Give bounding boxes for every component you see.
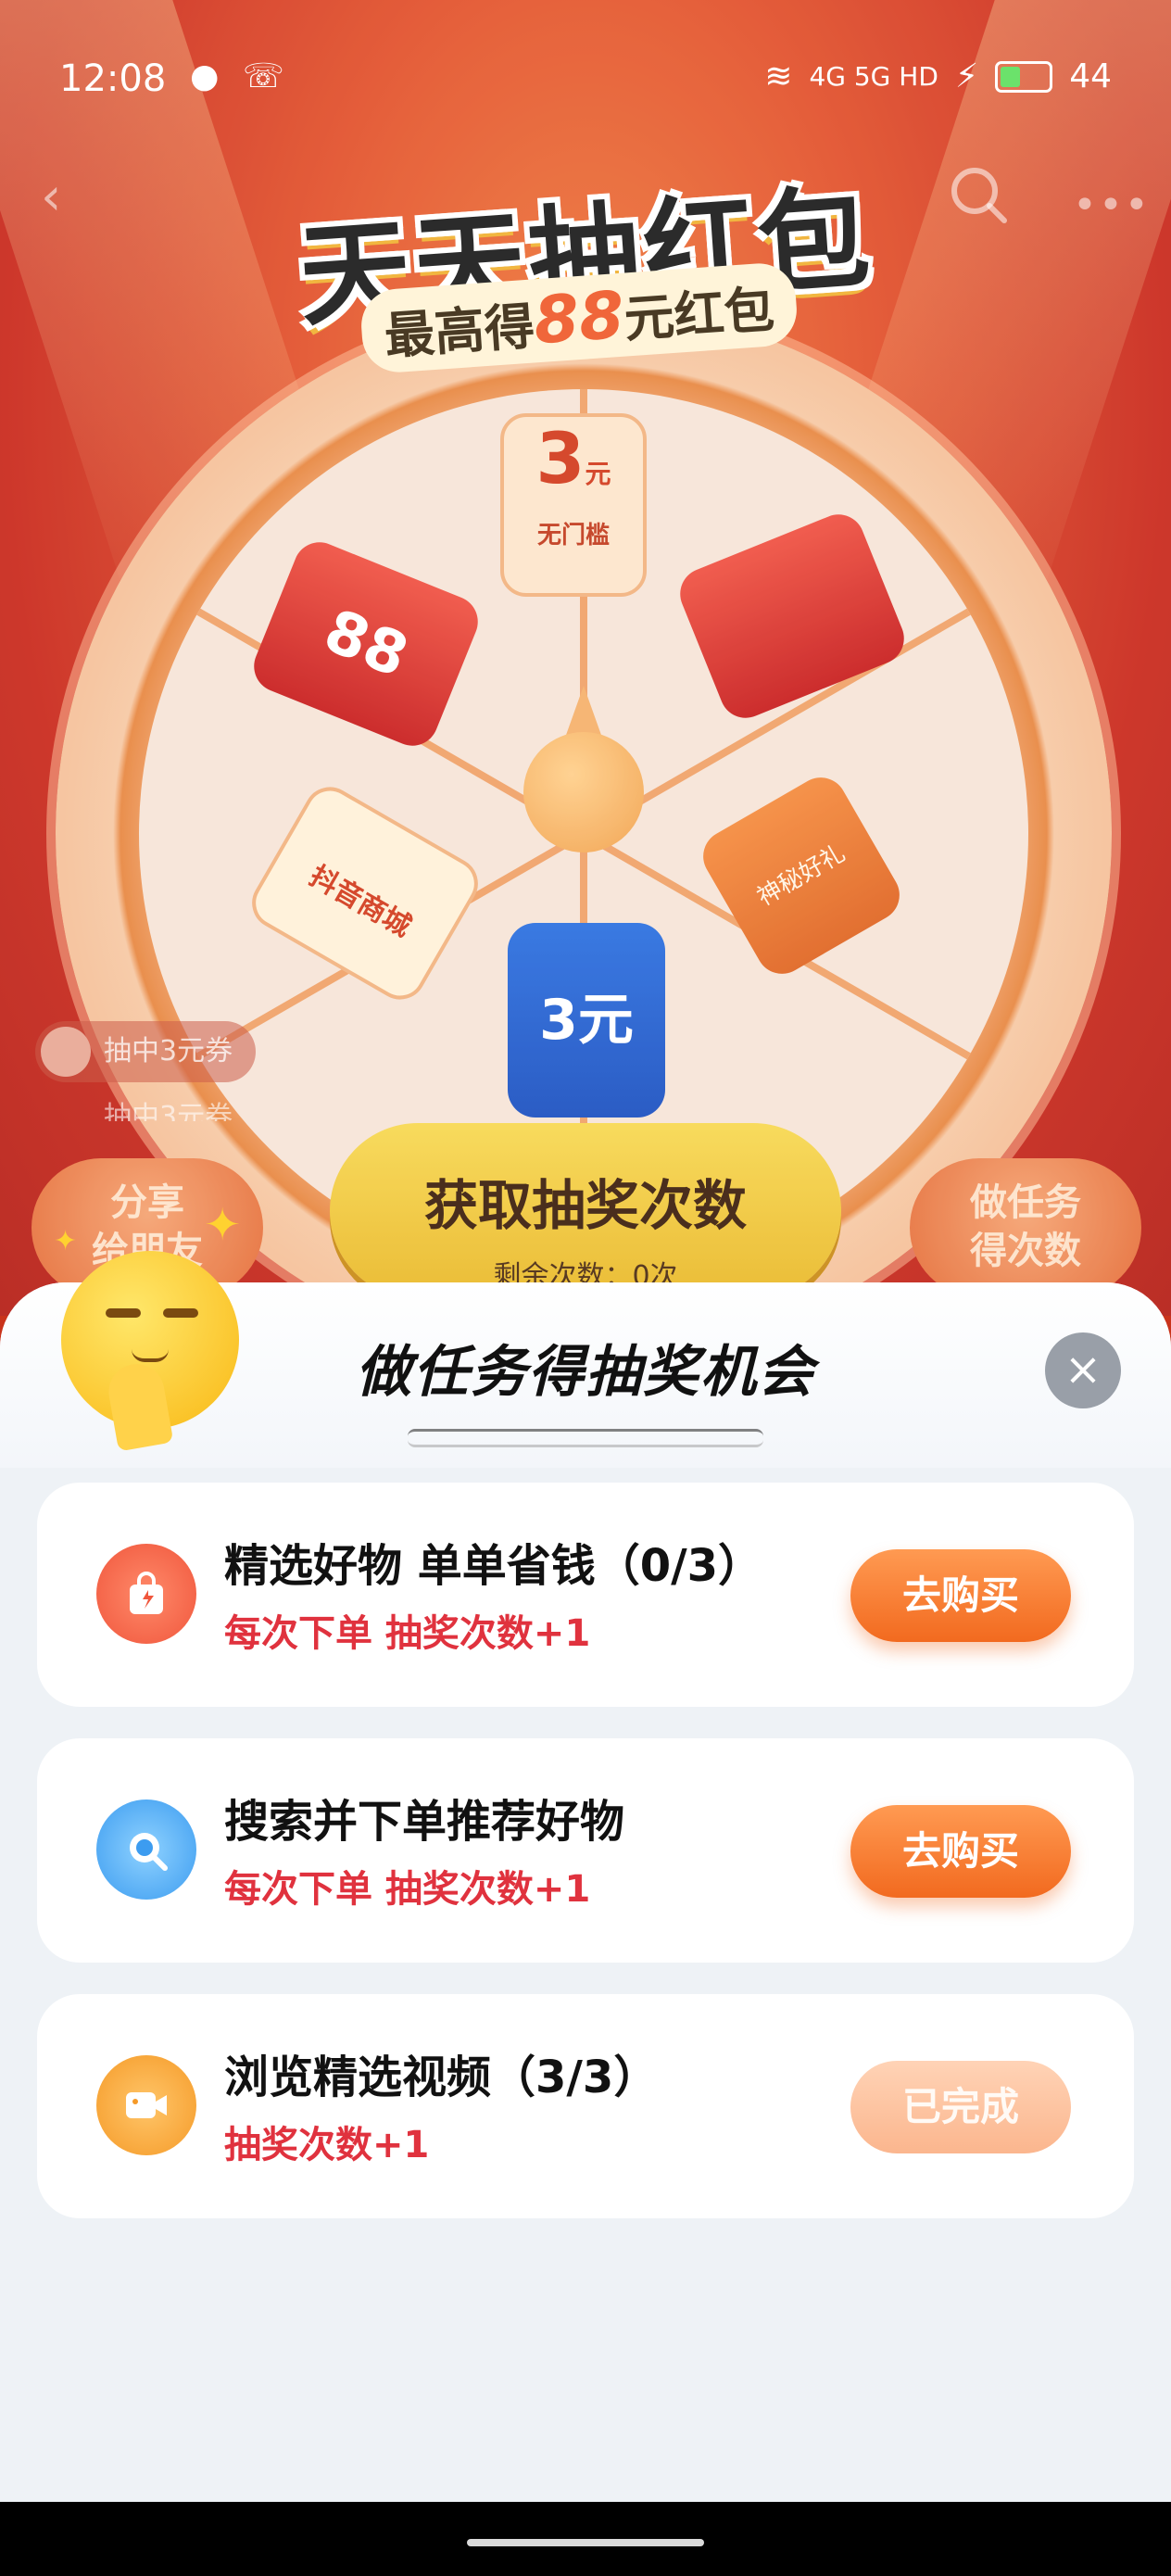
close-button[interactable]: × bbox=[1045, 1332, 1121, 1408]
sparkle-icon: ✦ bbox=[54, 1225, 78, 1257]
task-sheet: 做任务得抽奖机会 × 精选好物 单单省钱（0/3） 每次下单 抽奖次数+1 去购… bbox=[0, 1282, 1171, 2506]
task-title: 搜索并下单推荐好物 bbox=[224, 1796, 625, 1848]
task-card: 浏览精选视频（3/3） 抽奖次数+1 已完成 bbox=[37, 1994, 1134, 2218]
mascot-emoji-icon bbox=[61, 1251, 239, 1452]
shopping-bag-icon bbox=[96, 1544, 196, 1644]
task-subtitle: 每次下单 抽奖次数+1 bbox=[224, 1612, 591, 1655]
close-icon: × bbox=[1064, 1344, 1102, 1395]
search-icon bbox=[96, 1799, 196, 1900]
task-card: 搜索并下单推荐好物 每次下单 抽奖次数+1 去购买 bbox=[37, 1738, 1134, 1963]
completed-button: 已完成 bbox=[850, 2061, 1071, 2153]
video-camera-icon bbox=[96, 2055, 196, 2155]
title-underline bbox=[408, 1429, 763, 1447]
buy-button[interactable]: 去购买 bbox=[850, 1805, 1071, 1898]
task-subtitle: 每次下单 抽奖次数+1 bbox=[224, 1868, 591, 1911]
task-title: 浏览精选视频（3/3） bbox=[224, 2052, 659, 2103]
buy-button[interactable]: 去购买 bbox=[850, 1549, 1071, 1642]
background-dim bbox=[0, 0, 1171, 1316]
home-indicator[interactable] bbox=[467, 2539, 704, 2546]
task-subtitle: 抽奖次数+1 bbox=[224, 2124, 430, 2166]
task-title: 精选好物 单单省钱（0/3） bbox=[224, 1540, 763, 1592]
sparkle-icon: ✦ bbox=[204, 1199, 242, 1251]
task-card: 精选好物 单单省钱（0/3） 每次下单 抽奖次数+1 去购买 bbox=[37, 1483, 1134, 1707]
